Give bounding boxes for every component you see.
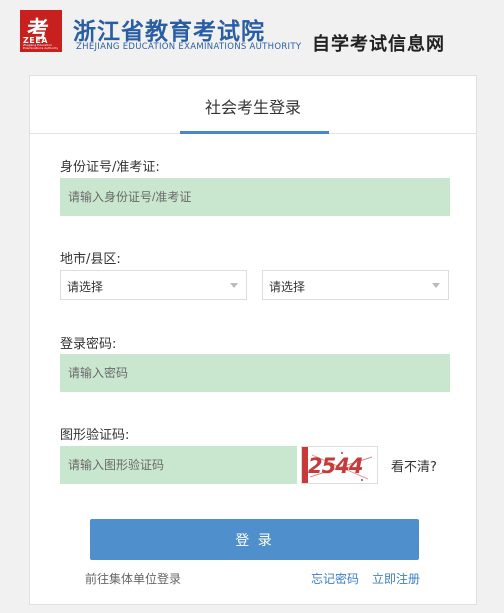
chevron-down-icon [432,283,440,288]
id-input[interactable] [60,178,450,216]
password-input[interactable] [60,354,450,392]
captcha-input[interactable] [60,446,297,484]
login-button[interactable]: 登 录 [90,519,419,560]
chevron-down-icon [230,283,238,288]
city-select[interactable]: 请选择 [60,270,247,300]
password-label: 登录密码: [60,337,117,352]
login-tab-title[interactable]: 社会考生登录 [30,94,476,118]
org-name-en: ZHEJIANG EDUCATION EXAMINATIONS AUTHORIT… [76,42,302,52]
id-label: 身份证号/准考证: [60,160,160,175]
site-name: 自学考试信息网 [312,34,445,55]
card-header: 社会考生登录 [30,76,476,134]
captcha-text: 2544 [308,454,363,478]
active-tab-underline [180,131,329,134]
group-login-link[interactable]: 前往集体单位登录 [85,570,181,587]
org-name: 浙江省教育考试院 [73,18,265,45]
county-select[interactable]: 请选择 [262,270,449,300]
register-link[interactable]: 立即注册 [372,570,420,587]
captcha-label: 图形验证码: [60,428,130,443]
region-label: 地市/县区: [60,252,121,267]
captcha-image[interactable]: 2544 [301,446,378,484]
logo-tiny-text: Zhejiang Education Examinations Authorit… [23,43,59,50]
city-select-value: 请选择 [67,280,104,294]
forgot-password-link[interactable]: 忘记密码 [311,570,359,587]
zeea-logo: 考 ZEEA Zhejiang Education Examinations A… [20,10,62,52]
captcha-refresh-link[interactable]: 看不清? [391,456,437,475]
county-select-value: 请选择 [269,280,306,294]
site-header: 考 ZEEA Zhejiang Education Examinations A… [0,0,504,62]
login-card: 社会考生登录 身份证号/准考证: 地市/县区: 请选择 请选择 登录密码: 图形… [29,75,477,605]
